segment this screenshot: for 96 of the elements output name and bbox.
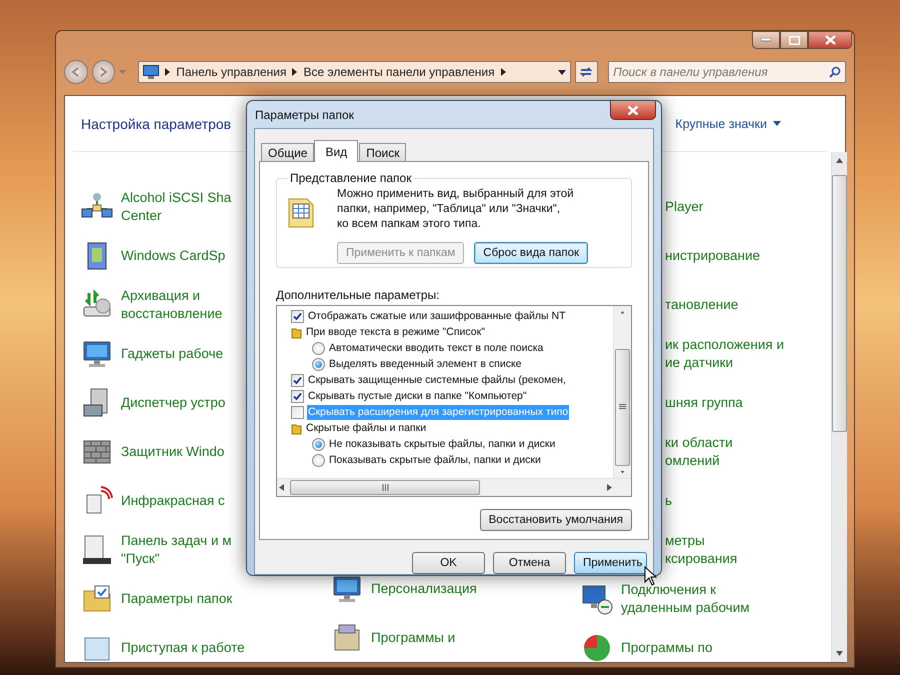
control-panel-link[interactable]: ки области омлений [665,434,733,470]
chevron-icon[interactable] [292,68,298,76]
close-button[interactable] [808,31,852,49]
control-panel-link[interactable]: метры ксирования [665,532,738,568]
forward-button[interactable] [92,60,116,84]
scroll-left-icon[interactable] [277,483,286,492]
control-panel-link[interactable]: ик расположения и ие датчики [665,336,784,372]
close-button[interactable] [610,101,656,120]
caret-icon [773,121,781,126]
control-panel-link[interactable]: Инфракрасная с [121,492,225,510]
radio-button[interactable] [312,358,325,370]
option-label[interactable]: Выделять введенный элемент в списке [328,356,522,372]
minimize-button[interactable] [752,31,780,49]
tab[interactable]: Вид [314,140,358,162]
control-panel-link[interactable]: Гаджеты рабоче [121,344,224,362]
section-label: Дополнительные параметры: [276,288,440,302]
monitor-icon [143,65,160,79]
scrollbar-thumb[interactable] [832,175,847,432]
breadcrumb-item[interactable]: Панель управления [176,65,286,79]
folder-icon [81,582,113,614]
checkbox[interactable] [291,390,304,402]
control-panel-link[interactable]: Windows CardSp [121,246,226,264]
control-panel-link[interactable]: Приступая к работе [121,638,245,656]
restore-defaults-button[interactable]: Восстановить умолчания [480,509,632,531]
mouse-cursor-icon [644,566,657,586]
maximize-button[interactable] [780,31,808,49]
option-label[interactable]: Показывать скрытые файлы, папки и диски [328,452,542,468]
control-panel-link[interactable]: Программы и [371,628,456,646]
control-panel-link[interactable]: тановление [665,296,738,314]
tab[interactable]: Поиск [359,143,406,161]
view-dropdown[interactable]: Крупные значки [675,116,781,130]
checkbox[interactable] [291,406,304,418]
folder-icon [291,422,302,434]
group-label: Представление папок [287,171,414,185]
scrollbar-thumb[interactable] [290,480,480,495]
control-panel-link[interactable]: ь [665,492,672,510]
taskbar-icon [81,534,113,566]
search-field[interactable]: Поиск в панели управления [613,65,830,79]
radio-button[interactable] [312,438,325,450]
address-bar[interactable]: Панель управления Все элементы панели управления [138,61,571,83]
page-heading: Настройка параметров [81,116,232,132]
control-panel-link[interactable]: Программы по [621,638,712,656]
checkbox[interactable] [291,374,304,386]
breadcrumb-item[interactable]: Все элементы панели управления [303,65,495,79]
chevron-icon[interactable] [500,68,506,76]
radio-button[interactable] [312,342,325,354]
option-label[interactable]: При вводе текста в режиме "Список" [305,324,486,340]
refresh-icon [579,66,594,78]
control-panel-link[interactable]: Архивация и восстановление [121,286,222,322]
description-text: Можно применить вид, выбранный для этой папки, например, "Таблица" или "Значки", ко всем папкам этого типа. [337,187,575,232]
control-panel-link[interactable]: Alcohol iSCSI Sha Center [121,188,232,224]
checkbox[interactable] [291,310,304,322]
control-panel-link[interactable]: Защитник Windo [121,442,224,460]
horizontal-scrollbar[interactable] [277,478,631,496]
back-button[interactable] [64,60,88,84]
scrollbar-thumb[interactable] [615,348,630,466]
option-label[interactable]: Отображать сжатые или зашифрованные файлы NT [307,308,567,324]
control-panel-link[interactable]: Параметры папок [121,590,232,608]
control-panel-link[interactable]: Подключения к удаленным рабочим [621,580,750,616]
control-panel-link[interactable]: Панель задач и м "Пуск" [121,532,232,568]
scroll-down-icon[interactable] [618,470,627,474]
apply-view-button[interactable]: Сброс вида папок [474,242,588,264]
option-label[interactable]: Скрывать пустые диски в папке "Компьютер" [307,388,528,404]
scroll-down-icon[interactable] [835,649,844,658]
close-icon [627,104,639,116]
control-panel-link[interactable]: нистрирование [665,246,760,264]
control-panel-link[interactable]: Персонализация [371,580,477,598]
control-panel-link[interactable]: шняя группа [665,394,743,412]
tab[interactable]: Общие [261,143,314,161]
control-panel-link[interactable]: Player [665,198,704,216]
dialog-title: Параметры папок [255,108,354,122]
search-icon[interactable] [829,66,842,78]
chevron-icon[interactable] [165,68,170,76]
option-label[interactable]: Скрывать расширения для зарегистрированных типо [307,404,570,420]
folder-grid-icon [287,197,315,229]
refresh-button[interactable] [574,61,598,83]
caret-icon[interactable] [558,70,566,74]
scrollbar[interactable] [613,306,631,478]
maximize-icon [788,36,800,44]
minimize-icon [761,38,771,42]
option-label[interactable]: Автоматически вводить текст в поле поиска [328,340,544,356]
option-label[interactable]: Не показывать скрытые файлы, папки и диски [328,436,556,452]
radio-button[interactable] [312,454,325,466]
scroll-up-icon[interactable] [835,156,844,165]
option-label[interactable]: Скрывать защищенные системные файлы (рекомен, [307,372,567,388]
search-box[interactable]: Поиск в панели управления [608,61,846,83]
dialog-button[interactable]: Применить [574,552,647,574]
scroll-right-icon[interactable] [605,483,614,492]
scrollbar[interactable] [831,152,847,662]
dialog-button[interactable]: Отмена [493,552,566,574]
option-label[interactable]: Скрытые файлы и папки [305,420,428,436]
dialog-button[interactable]: OK [412,552,485,574]
folder-icon [291,326,302,338]
close-icon [824,35,836,45]
scroll-up-icon[interactable] [618,310,627,314]
control-panel-link[interactable]: Диспетчер устро [121,394,226,412]
